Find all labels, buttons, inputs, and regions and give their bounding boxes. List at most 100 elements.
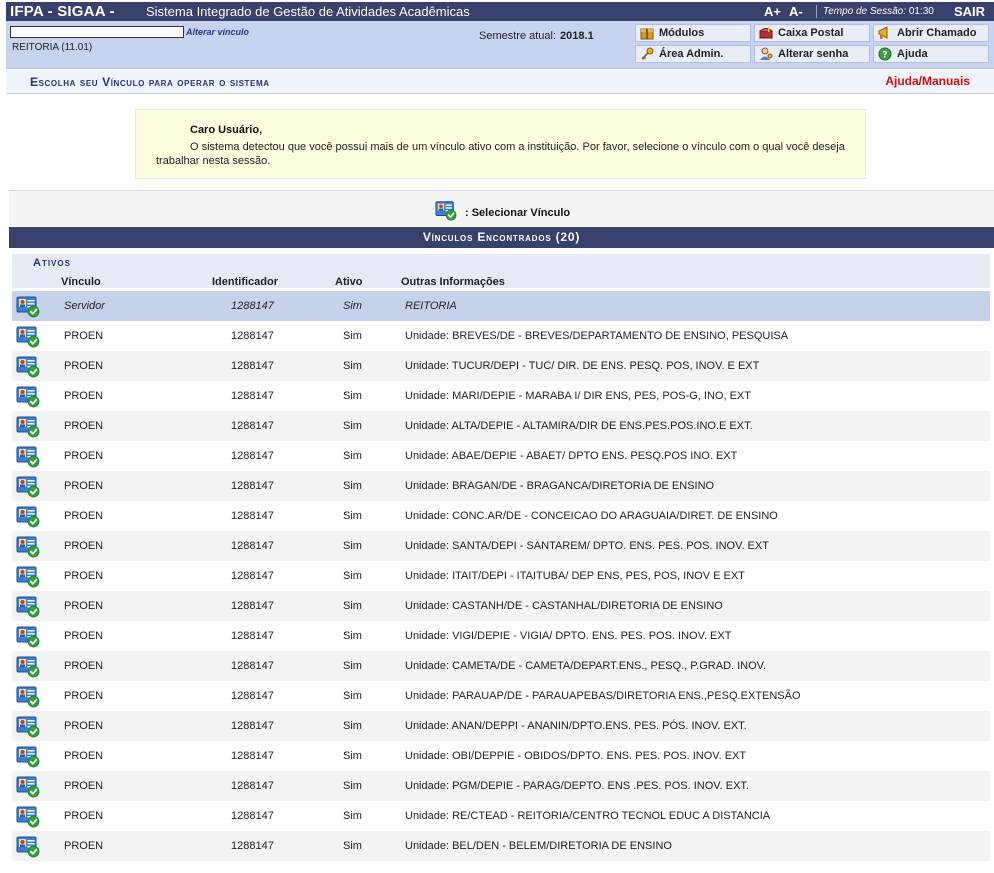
cell-ativo: Sim (343, 390, 362, 402)
user-card-check-icon[interactable] (16, 384, 40, 408)
table-row[interactable]: PROEN 1288147 Sim Unidade: CONC.AR/DE - CON… (12, 501, 990, 531)
table-row[interactable]: PROEN 1288147 Sim Unidade: ALTA/DEPIE - ALT… (12, 411, 990, 441)
user-card-check-icon[interactable] (16, 474, 40, 498)
cell-ativo: Sim (343, 510, 362, 522)
caixa-postal-label: Caixa Postal (778, 27, 844, 39)
table-row[interactable]: PROEN 1288147 Sim Unidade: BEL/DEN - BELEM/… (12, 831, 990, 861)
session-time: 01:30 (908, 6, 934, 17)
user-card-check-icon[interactable] (16, 624, 40, 648)
table-row[interactable]: PROEN 1288147 Sim Unidade: CAMETA/DE - CAME… (12, 651, 990, 681)
cell-identificador: 1288147 (231, 300, 274, 312)
session-label: Tempo de Sessão: (823, 6, 907, 17)
cell-identificador: 1288147 (231, 810, 274, 822)
help-manuals-link[interactable]: Ajuda/Manuais (885, 74, 970, 88)
table-row[interactable]: PROEN 1288147 Sim Unidade: RE/CTEAD - REITO… (12, 801, 990, 831)
cell-ativo: Sim (343, 450, 362, 462)
ajuda-label: Ajuda (897, 48, 928, 60)
table-row[interactable]: PROEN 1288147 Sim Unidade: PARAUAP/DE - PAR… (12, 681, 990, 711)
cell-vinculo: PROEN (64, 510, 104, 522)
user-card-check-icon[interactable] (16, 594, 40, 618)
group-header: Ativos Vínculo Identificador Ativo Outra… (12, 254, 990, 288)
cell-identificador: 1288147 (231, 420, 274, 432)
section-header: Escolha seu Vínculo para operar o sistem… (6, 70, 994, 94)
cell-outras-informacoes: Unidade: TUCUR/DEPI - TUC/ DIR. DE ENS. … (405, 360, 760, 372)
vinculos-table: Ativos Vínculo Identificador Ativo Outra… (9, 248, 994, 873)
user-card-check-icon[interactable] (16, 774, 40, 798)
message-body: O sistema detectou que você possui mais … (156, 141, 845, 167)
alterar-senha-label: Alterar senha (778, 48, 849, 60)
brand-title: IFPA - SIGAA - (10, 3, 115, 20)
alterar-senha-button[interactable]: Alterar senha (754, 45, 870, 63)
font-decrease-button[interactable]: A- (789, 2, 803, 21)
cell-outras-informacoes: Unidade: SANTA/DEPI - SANTAREM/ DPTO. EN… (405, 540, 769, 552)
cell-outras-informacoes: Unidade: PARAUAP/DE - PARAUAPEBAS/DIRETO… (405, 690, 801, 702)
table-row[interactable]: PROEN 1288147 Sim Unidade: TUCUR/DEPI - TUC… (12, 351, 990, 381)
cell-vinculo: PROEN (64, 540, 104, 552)
area-admin-label: Área Admin. (659, 48, 724, 60)
modulos-button[interactable]: Módulos (635, 24, 751, 42)
user-card-check-icon[interactable] (16, 564, 40, 588)
table-row[interactable]: PROEN 1288147 Sim Unidade: SANTA/DEPI - SAN… (12, 531, 990, 561)
exit-button[interactable]: SAIR (954, 2, 985, 21)
cell-ativo: Sim (343, 840, 362, 852)
cell-identificador: 1288147 (231, 390, 274, 402)
cell-identificador: 1288147 (231, 450, 274, 462)
user-card-check-icon[interactable] (16, 834, 40, 858)
cell-outras-informacoes: Unidade: VIGI/DEPIE - VIGIA/ DPTO. ENS. … (405, 630, 732, 642)
table-row[interactable]: PROEN 1288147 Sim Unidade: VIGI/DEPIE - VIG… (12, 621, 990, 651)
user-card-check-icon[interactable] (16, 744, 40, 768)
cell-ativo: Sim (343, 720, 362, 732)
table-row[interactable]: PROEN 1288147 Sim Unidade: BRAGAN/DE - BRAG… (12, 471, 990, 501)
cell-ativo: Sim (343, 570, 362, 582)
table-row[interactable]: PROEN 1288147 Sim Unidade: ITAIT/DEPI - ITA… (12, 561, 990, 591)
cell-identificador: 1288147 (231, 750, 274, 762)
cell-ativo: Sim (343, 630, 362, 642)
user-card-check-icon[interactable] (16, 324, 40, 348)
user-card-check-icon[interactable] (16, 504, 40, 528)
table-row[interactable]: PROEN 1288147 Sim Unidade: CASTANH/DE - CAS… (12, 591, 990, 621)
user-card-check-icon[interactable] (16, 714, 40, 738)
cell-identificador: 1288147 (231, 570, 274, 582)
cell-ativo: Sim (343, 660, 362, 672)
cell-vinculo: PROEN (64, 450, 104, 462)
user-card-check-icon[interactable] (16, 444, 40, 468)
megaphone-icon (878, 26, 888, 39)
table-row[interactable]: PROEN 1288147 Sim Unidade: OBI/DEPPIE - OBI… (12, 741, 990, 771)
table-row[interactable]: PROEN 1288147 Sim Unidade: ANAN/DEPPI - ANA… (12, 711, 990, 741)
info-message: Caro Usuário, O sistema detectou que voc… (135, 109, 866, 179)
top-bar: IFPA - SIGAA - Sistema Integrado de Gest… (6, 2, 994, 21)
table-row[interactable]: Servidor 1288147 Sim REITORIA (12, 291, 990, 321)
font-increase-button[interactable]: A+ (764, 2, 781, 21)
cell-outras-informacoes: Unidade: MARI/DEPIE - MARABA I/ DIR ENS,… (405, 390, 751, 402)
cell-vinculo: PROEN (64, 480, 104, 492)
user-card-check-icon[interactable] (16, 804, 40, 828)
caixa-postal-button[interactable]: Caixa Postal (754, 24, 870, 42)
cell-outras-informacoes: Unidade: ALTA/DEPIE - ALTAMIRA/DIR DE EN… (405, 420, 753, 432)
table-row[interactable]: PROEN 1288147 Sim Unidade: ABAE/DEPIE - ABA… (12, 441, 990, 471)
cell-outras-informacoes: Unidade: CAMETA/DE - CAMETA/DEPART.ENS.,… (405, 660, 767, 672)
cell-identificador: 1288147 (231, 510, 274, 522)
user-card-check-icon[interactable] (16, 684, 40, 708)
session-timer: Tempo de Sessão: 01:30 (823, 2, 934, 21)
cell-ativo: Sim (343, 480, 362, 492)
user-card-check-icon[interactable] (16, 354, 40, 378)
user-card-check-icon[interactable] (16, 654, 40, 678)
user-card-check-icon[interactable] (16, 414, 40, 438)
cell-vinculo: PROEN (64, 360, 104, 372)
user-card-check-icon[interactable] (16, 294, 40, 318)
table-title: Vínculos Encontrados (20) (9, 227, 994, 248)
table-row[interactable]: PROEN 1288147 Sim Unidade: PGM/DEPIE - PARA… (12, 771, 990, 801)
ajuda-button[interactable]: ? Ajuda (873, 45, 989, 63)
cell-vinculo: Servidor (64, 300, 105, 312)
table-row[interactable]: PROEN 1288147 Sim Unidade: BREVES/DE - BREV… (12, 321, 990, 351)
system-subtitle: Sistema Integrado de Gestão de Atividade… (146, 4, 470, 19)
abrir-chamado-button[interactable]: Abrir Chamado (873, 24, 989, 42)
alter-vinculo-link[interactable]: Alterar vínculo (186, 27, 249, 37)
group-label: Ativos (33, 257, 71, 269)
user-card-check-icon[interactable] (16, 534, 40, 558)
cell-ativo: Sim (343, 780, 362, 792)
cell-vinculo: PROEN (64, 630, 104, 642)
area-admin-button[interactable]: Área Admin. (635, 45, 751, 63)
cell-ativo: Sim (343, 600, 362, 612)
table-row[interactable]: PROEN 1288147 Sim Unidade: MARI/DEPIE - MAR… (12, 381, 990, 411)
